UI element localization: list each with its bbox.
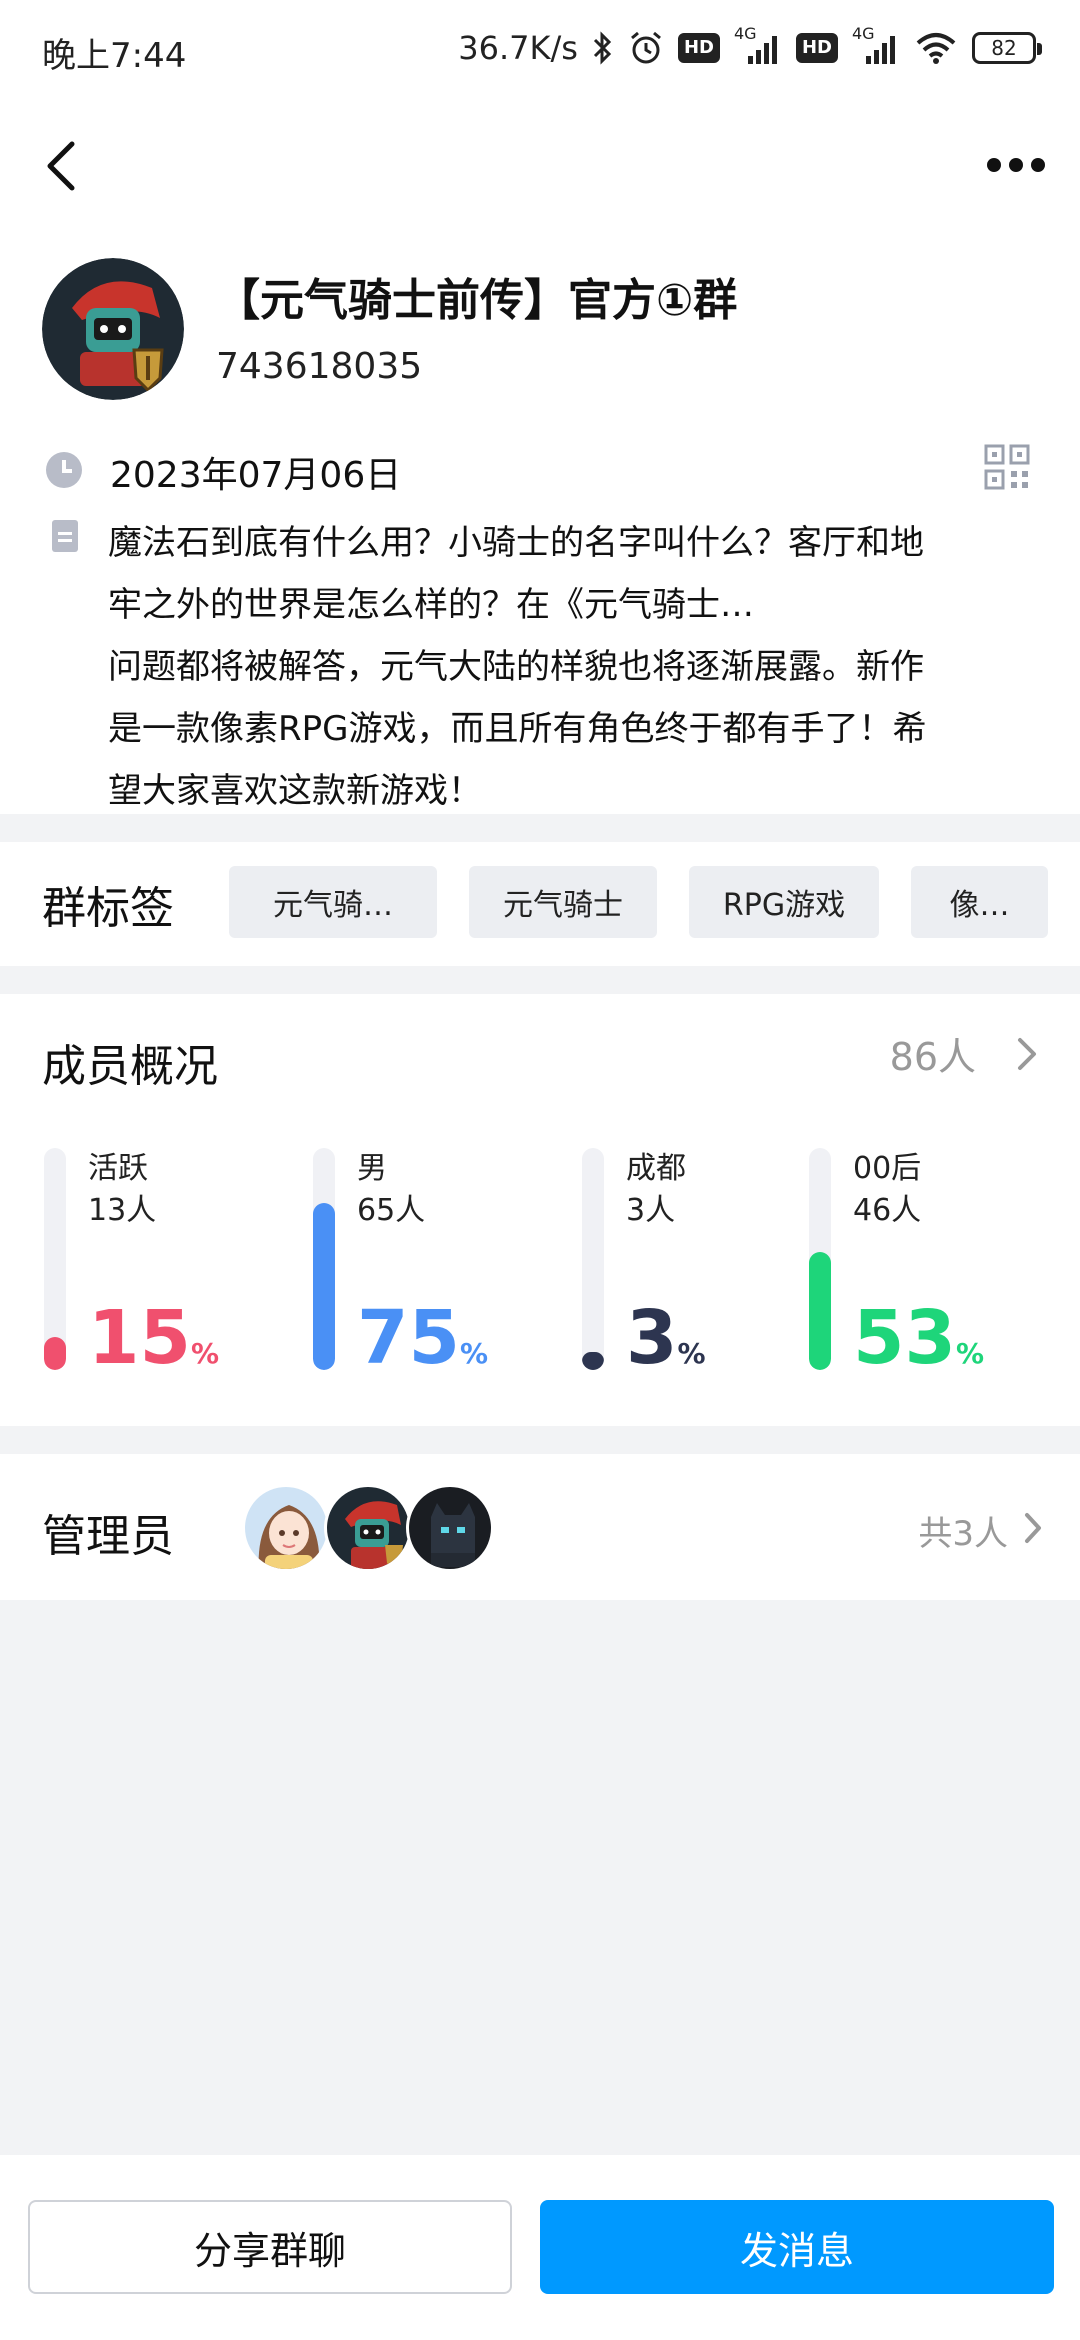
stat-count: 65人 <box>357 1193 426 1228</box>
group-avatar[interactable] <box>42 258 184 400</box>
chevron-left-icon <box>47 141 75 191</box>
status-time: 晚上7:44 <box>42 36 187 76</box>
stat-label: 00后 <box>853 1151 922 1186</box>
send-message-button[interactable]: 发消息 <box>540 2200 1054 2294</box>
date-row: 2023年07月06日 <box>42 444 1042 500</box>
signal-4g-icon: 4G <box>734 24 782 66</box>
stat-bar-fill <box>44 1337 66 1370</box>
share-group-button[interactable]: 分享群聊 <box>28 2200 512 2294</box>
tag-item[interactable]: 像… <box>911 866 1048 938</box>
section-divider <box>0 1426 1080 1454</box>
stat-male: 男 65人 75% <box>313 1148 563 1378</box>
tag-item[interactable]: RPG游戏 <box>689 866 879 938</box>
stat-active: 活跃 13人 15% <box>44 1148 294 1378</box>
tag-item[interactable]: 元气骑士 <box>469 866 657 938</box>
stat-bar-fill <box>809 1252 831 1370</box>
battery-icon: 82 <box>972 32 1042 64</box>
stat-percent: 75% <box>357 1295 489 1381</box>
admin-avatars[interactable] <box>242 1484 494 1572</box>
document-icon <box>52 520 78 552</box>
stat-count: 13人 <box>88 1193 157 1228</box>
stat-bar-track <box>582 1148 604 1370</box>
members-total[interactable]: 86人 <box>890 1026 976 1081</box>
members-title: 成员概况 <box>42 1041 218 1092</box>
wifi-icon <box>914 31 958 65</box>
stat-count: 3人 <box>626 1193 676 1228</box>
stat-bar-track <box>313 1148 335 1370</box>
admins-title: 管理员 <box>42 1511 174 1562</box>
alarm-icon <box>628 30 664 66</box>
admin-avatar[interactable] <box>406 1484 494 1572</box>
stat-label: 男 <box>357 1151 387 1186</box>
stat-label: 成都 <box>626 1151 686 1186</box>
admin-avatar[interactable] <box>242 1484 330 1572</box>
stat-bar-track <box>44 1148 66 1370</box>
stat-count: 46人 <box>853 1193 922 1228</box>
tag-item[interactable]: 元气骑… <box>229 866 437 938</box>
knight-avatar-icon <box>42 258 184 400</box>
stat-bar-fill <box>582 1352 604 1370</box>
description-line: 问题都将被解答，元气大陆的样貌也将逐渐展露。新作 <box>108 647 924 687</box>
admin-avatar[interactable] <box>324 1484 412 1572</box>
network-speed: 36.7K/s <box>458 29 578 67</box>
section-divider <box>0 814 1080 842</box>
knight-avatar-icon <box>327 1487 409 1569</box>
stat-bar-fill <box>313 1203 335 1370</box>
created-date: 2023年07月06日 <box>110 455 402 496</box>
chevron-right-icon[interactable] <box>1020 1510 1046 1546</box>
description-line: 牢之外的世界是怎么样的？在《元气骑士… <box>108 585 754 625</box>
description-line: 望大家喜欢这款新游戏！ <box>108 771 482 811</box>
stat-bar-track <box>809 1148 831 1370</box>
description-line: 是一款像素RPG游戏，而且所有角色终于都有手了！希 <box>108 709 927 749</box>
tags-title: 群标签 <box>42 883 174 934</box>
group-description: 魔法石到底有什么用？小骑士的名字叫什么？客厅和地 牢之外的世界是怎么样的？在《元… <box>108 512 1028 822</box>
section-divider <box>0 966 1080 994</box>
more-button[interactable] <box>976 140 1056 190</box>
empty-area <box>0 1600 1080 2155</box>
stat-percent: 53% <box>853 1295 985 1381</box>
signal-4g-icon-2: 4G <box>852 24 900 66</box>
cat-avatar-icon <box>409 1487 491 1569</box>
hd-icon: HD <box>677 33 720 63</box>
back-button[interactable] <box>38 136 88 196</box>
stat-percent: 3% <box>626 1295 706 1381</box>
status-bar: 晚上7:44 36.7K/s HD 4G HD 4G 82 <box>0 0 1080 96</box>
girl-avatar-icon <box>245 1487 327 1569</box>
qr-code-icon[interactable] <box>984 444 1030 490</box>
status-icons: 36.7K/s HD 4G HD 4G 82 <box>458 24 1042 70</box>
hd-icon-2: HD <box>795 33 838 63</box>
more-dots-icon <box>987 158 1001 172</box>
clock-icon <box>46 452 82 488</box>
stat-label: 活跃 <box>88 1151 148 1186</box>
group-id: 743618035 <box>216 346 423 387</box>
admins-count[interactable]: 共3人 <box>918 1506 1008 1555</box>
description-line: 魔法石到底有什么用？小骑士的名字叫什么？客厅和地 <box>108 523 924 563</box>
bluetooth-icon <box>592 31 614 65</box>
group-name: 【元气骑士前传】官方①群 <box>216 275 738 326</box>
stat-age: 00后 46人 53% <box>809 1148 1059 1378</box>
stat-percent: 15% <box>88 1295 220 1381</box>
chevron-right-icon[interactable] <box>1012 1034 1042 1074</box>
stat-city: 成都 3人 3% <box>582 1148 832 1378</box>
